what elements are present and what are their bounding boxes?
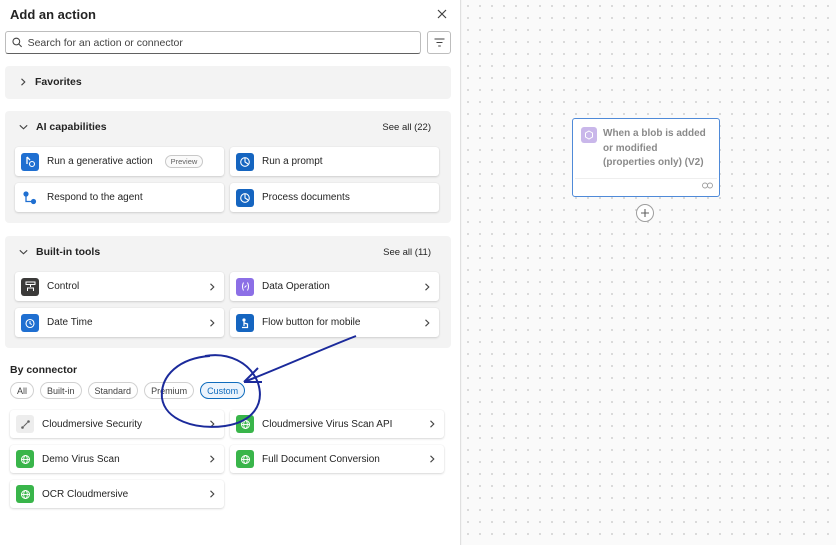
filter-button[interactable] <box>427 31 451 54</box>
search-box[interactable] <box>5 31 421 54</box>
ai-capabilities-header[interactable]: AI capabilities See all (22) <box>5 111 451 143</box>
connector-icon <box>16 415 34 433</box>
by-connector-title: By connector <box>10 364 78 376</box>
tool-label: Date Time <box>47 317 93 328</box>
connector-cloudmersive-virus-scan-api[interactable]: Cloudmersive Virus Scan API <box>230 410 444 438</box>
chip-standard[interactable]: Standard <box>87 382 139 399</box>
action-label: Run a prompt <box>262 156 323 167</box>
control-icon <box>21 277 39 296</box>
panel-header: Add an action <box>10 5 450 23</box>
chevron-right-icon <box>430 420 435 428</box>
ai-see-all-link[interactable]: See all (22) <box>382 122 431 133</box>
chip-premium[interactable]: Premium <box>144 382 195 399</box>
action-label: Process documents <box>262 192 350 203</box>
connector-label: Full Document Conversion <box>262 453 380 465</box>
chevron-right-icon <box>210 282 215 291</box>
link-icon <box>702 181 713 192</box>
search-icon <box>12 37 22 48</box>
tool-label: Control <box>47 281 80 292</box>
chevron-down-icon <box>19 249 28 255</box>
builtin-tools-section: Built-in tools See all (11) Control Data… <box>5 236 451 348</box>
ai-capabilities-title: AI capabilities <box>36 121 107 133</box>
preview-badge: Preview <box>164 155 204 168</box>
connector-full-document-conversion[interactable]: Full Document Conversion <box>230 445 444 473</box>
close-button[interactable] <box>434 6 450 22</box>
action-process-documents[interactable]: Process documents <box>230 183 439 212</box>
chevron-right-icon <box>21 78 26 86</box>
data-operation-icon <box>236 277 254 296</box>
chip-custom[interactable]: Custom <box>200 382 246 399</box>
panel-title: Add an action <box>10 6 96 22</box>
filter-icon <box>434 38 444 47</box>
chevron-right-icon <box>210 318 215 327</box>
agent-icon <box>21 189 39 207</box>
clock-icon <box>21 313 39 332</box>
connector-filter-chips: All Built-in Standard Premium Custom <box>10 382 246 399</box>
action-label: Respond to the agent <box>47 192 143 203</box>
favorites-header[interactable]: Favorites <box>5 66 451 98</box>
connector-cloudmersive-security[interactable]: Cloudmersive Security <box>10 410 224 438</box>
globe-icon <box>236 450 254 468</box>
chevron-down-icon <box>19 124 28 130</box>
action-run-generative[interactable]: Run a generative action Preview <box>15 147 224 176</box>
favorites-title: Favorites <box>35 76 82 88</box>
chip-built-in[interactable]: Built-in <box>40 382 82 399</box>
chevron-right-icon <box>430 455 435 463</box>
tool-date-time[interactable]: Date Time <box>15 308 224 337</box>
connector-list: Cloudmersive Security Cloudmersive Virus… <box>10 410 444 508</box>
tool-control[interactable]: Control <box>15 272 224 301</box>
flow-canvas[interactable]: When a blob is added or modified (proper… <box>462 0 836 545</box>
connector-label: Demo Virus Scan <box>42 453 120 465</box>
add-action-panel: Add an action Favorites AI capabilities <box>0 0 461 545</box>
add-step-button[interactable] <box>636 204 654 222</box>
builtin-tools-title: Built-in tools <box>36 246 101 258</box>
connector-ocr-cloudmersive[interactable]: OCR Cloudmersive <box>10 480 224 508</box>
generative-action-icon <box>21 152 39 171</box>
search-input[interactable] <box>27 36 420 49</box>
search-row <box>5 31 451 54</box>
trigger-card[interactable]: When a blob is added or modified (proper… <box>572 118 720 197</box>
builtin-see-all-link[interactable]: See all (11) <box>383 247 431 258</box>
connector-label: OCR Cloudmersive <box>42 488 129 500</box>
ai-capabilities-section: AI capabilities See all (22) Run a gener… <box>5 111 451 223</box>
tool-flow-button-mobile[interactable]: Flow button for mobile <box>230 308 439 337</box>
globe-icon <box>236 415 254 433</box>
connector-label: Cloudmersive Security <box>42 418 143 430</box>
trigger-title: When a blob is added or modified (proper… <box>603 128 706 168</box>
chevron-right-icon <box>425 282 430 291</box>
globe-icon <box>16 485 34 503</box>
chevron-right-icon <box>210 490 215 498</box>
mobile-button-icon <box>236 313 254 332</box>
close-icon <box>437 9 447 19</box>
chip-all[interactable]: All <box>10 382 35 399</box>
connector-demo-virus-scan[interactable]: Demo Virus Scan <box>10 445 224 473</box>
prompt-icon <box>236 152 254 171</box>
chevron-right-icon <box>210 420 215 428</box>
action-respond-agent[interactable]: Respond to the agent <box>15 183 224 212</box>
action-label: Run a generative action <box>47 156 153 167</box>
builtin-tools-header[interactable]: Built-in tools See all (11) <box>5 236 451 268</box>
tool-label: Data Operation <box>262 281 330 292</box>
favorites-section: Favorites <box>5 66 451 99</box>
connector-label: Cloudmersive Virus Scan API <box>262 418 393 430</box>
tool-data-operation[interactable]: Data Operation <box>230 272 439 301</box>
plus-icon <box>641 209 649 217</box>
globe-icon <box>16 450 34 468</box>
action-run-prompt[interactable]: Run a prompt <box>230 147 439 176</box>
documents-icon <box>236 188 254 207</box>
blob-trigger-icon <box>581 127 597 143</box>
chevron-right-icon <box>425 318 430 327</box>
chevron-right-icon <box>210 455 215 463</box>
tool-label: Flow button for mobile <box>262 317 361 328</box>
